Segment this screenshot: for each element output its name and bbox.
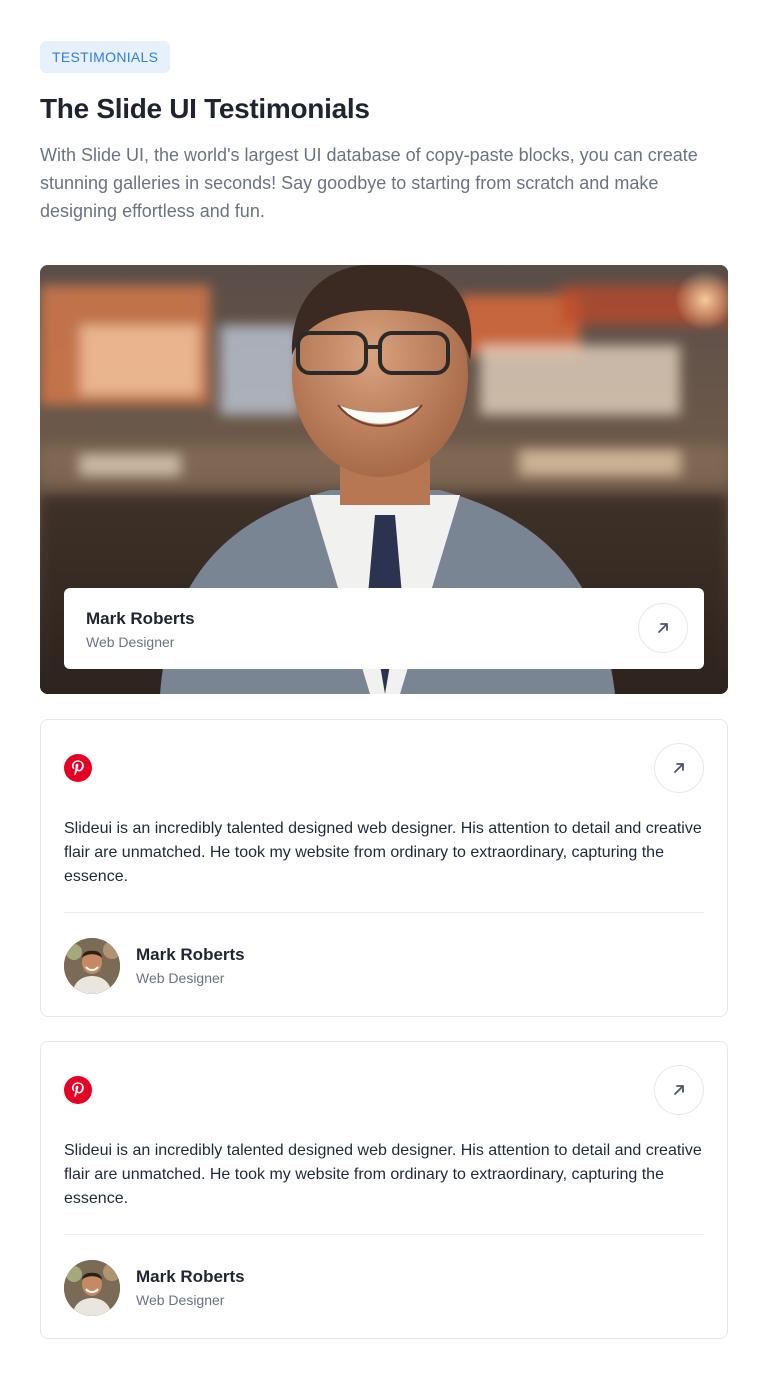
featured-testimonial-card: Mark Roberts Web Designer xyxy=(40,265,728,694)
avatar xyxy=(64,938,120,994)
author-name: Mark Roberts xyxy=(136,1267,245,1286)
divider xyxy=(64,1234,704,1235)
section-badge: TESTIMONIALS xyxy=(40,41,171,73)
featured-author-name: Mark Roberts xyxy=(86,609,195,628)
pinterest-icon xyxy=(64,1076,92,1104)
avatar xyxy=(64,1260,120,1316)
author-role: Web Designer xyxy=(136,970,225,986)
testimonials-header: TESTIMONIALS The Slide UI Testimonials W… xyxy=(40,41,728,225)
author-role: Web Designer xyxy=(136,1292,225,1308)
arrow-up-right-icon xyxy=(658,623,668,633)
featured-author-role: Web Designer xyxy=(86,634,175,650)
testimonial-quote: Slideui is an incredibly talented design… xyxy=(64,1142,702,1207)
featured-open-button[interactable] xyxy=(638,603,688,653)
testimonial-open-button[interactable] xyxy=(654,1065,704,1115)
author-name: Mark Roberts xyxy=(136,945,245,964)
testimonial-quote: Slideui is an incredibly talented design… xyxy=(64,820,702,885)
arrow-up-right-icon xyxy=(674,1085,684,1095)
testimonial-card: Slideui is an incredibly talented design… xyxy=(40,719,728,1017)
testimonial-card: Slideui is an incredibly talented design… xyxy=(40,1041,728,1339)
arrow-up-right-icon xyxy=(674,763,684,773)
testimonial-open-button[interactable] xyxy=(654,743,704,793)
pinterest-icon xyxy=(64,754,92,782)
page-title: The Slide UI Testimonials xyxy=(40,93,370,124)
featured-author-card: Mark Roberts Web Designer xyxy=(64,588,704,669)
section-description: With Slide UI, the world's largest UI da… xyxy=(40,145,698,221)
divider xyxy=(64,912,704,913)
